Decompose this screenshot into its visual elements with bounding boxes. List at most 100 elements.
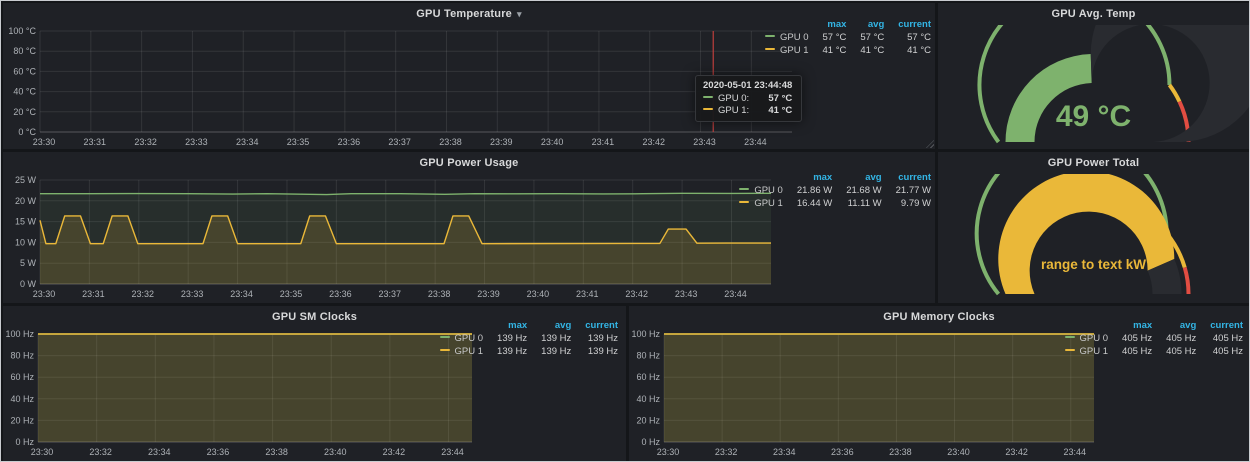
svg-text:23:34: 23:34 [230, 289, 253, 299]
svg-text:100 Hz: 100 Hz [5, 329, 34, 339]
svg-text:0 Hz: 0 Hz [15, 437, 34, 447]
series-dash-icon [440, 349, 450, 351]
legend-value: 405 Hz [1196, 345, 1243, 358]
svg-text:80 Hz: 80 Hz [10, 351, 34, 361]
panel-gpu-power-usage: GPU Power Usage 0 W5 W10 W15 W20 W25 W23… [3, 152, 935, 303]
chart-tooltip: 2020-05-01 23:44:48 GPU 0: 57 °C GPU 1: … [695, 75, 802, 122]
legend-value: 41 °C [846, 44, 884, 57]
chevron-down-icon[interactable]: ▾ [517, 9, 522, 20]
legend-row: GPU 1139 Hz139 Hz139 Hz [440, 345, 618, 358]
tooltip-row: GPU 1: 41 °C [703, 105, 792, 116]
svg-text:100 Hz: 100 Hz [631, 329, 660, 339]
series-dash-icon [739, 188, 749, 190]
tooltip-row: GPU 0: 57 °C [703, 93, 792, 104]
svg-text:23:40: 23:40 [541, 137, 564, 147]
svg-text:40 °C: 40 °C [13, 87, 36, 97]
gpu-power-usage-legend: maxavgcurrentGPU 021.86 W21.68 W21.77 WG… [739, 172, 931, 210]
panel-title-gpu-avg-temp[interactable]: GPU Avg. Temp [938, 3, 1249, 25]
legend-header: avg [1152, 320, 1196, 332]
legend-value: 41 °C [884, 44, 931, 57]
legend-series-name[interactable]: GPU 0 [739, 184, 783, 197]
svg-text:40 Hz: 40 Hz [10, 394, 34, 404]
svg-text:10 W: 10 W [15, 237, 37, 247]
svg-text:23:40: 23:40 [947, 447, 970, 457]
svg-text:23:36: 23:36 [329, 289, 352, 299]
legend-header: current [1196, 320, 1243, 332]
legend-header: avg [846, 19, 884, 31]
legend-series-name[interactable]: GPU 1 [1065, 345, 1109, 358]
svg-text:23:32: 23:32 [134, 137, 157, 147]
svg-text:0 Hz: 0 Hz [641, 437, 660, 447]
gauge-value-text: range to text kW [1041, 257, 1146, 272]
svg-text:23:30: 23:30 [31, 447, 54, 457]
svg-text:15 W: 15 W [15, 217, 37, 227]
legend-value: 139 Hz [483, 345, 527, 358]
legend-value: 139 Hz [527, 332, 571, 345]
gpu-power-usage-chart[interactable]: 0 W5 W10 W15 W20 W25 W23:3023:3123:3223:… [5, 174, 772, 301]
svg-text:23:32: 23:32 [89, 447, 112, 457]
panel-resize-handle[interactable] [926, 140, 934, 148]
legend-series-name[interactable]: GPU 0 [1065, 332, 1109, 345]
svg-text:23:41: 23:41 [576, 289, 599, 299]
svg-text:23:34: 23:34 [773, 447, 796, 457]
gpu-sm-clocks-chart[interactable]: 0 Hz20 Hz40 Hz60 Hz80 Hz100 Hz23:3023:32… [3, 328, 473, 459]
svg-text:20 W: 20 W [15, 196, 37, 206]
legend-series-name[interactable]: GPU 1 [765, 44, 809, 57]
svg-text:23:43: 23:43 [675, 289, 698, 299]
svg-text:23:40: 23:40 [324, 447, 347, 457]
legend-value: 57 °C [809, 31, 847, 44]
svg-text:23:35: 23:35 [287, 137, 310, 147]
tooltip-series-value: 57 °C [768, 93, 792, 104]
svg-text:5 W: 5 W [20, 258, 37, 268]
svg-text:23:42: 23:42 [1005, 447, 1028, 457]
svg-text:23:32: 23:32 [132, 289, 155, 299]
legend-header: max [483, 320, 527, 332]
tooltip-series-name: GPU 0: [718, 93, 749, 104]
svg-text:23:31: 23:31 [82, 289, 105, 299]
panel-title-text: GPU Avg. Temp [1051, 8, 1135, 20]
legend-header: current [884, 19, 931, 31]
svg-text:23:33: 23:33 [181, 289, 204, 299]
svg-text:60 Hz: 60 Hz [636, 372, 660, 382]
svg-text:23:43: 23:43 [693, 137, 716, 147]
svg-text:23:41: 23:41 [592, 137, 615, 147]
legend-series-name[interactable]: GPU 1 [739, 197, 783, 210]
legend-row: GPU 057 °C57 °C57 °C [765, 31, 931, 44]
svg-text:20 Hz: 20 Hz [636, 415, 660, 425]
legend-series-name[interactable]: GPU 0 [440, 332, 484, 345]
panel-title-gpu-power-usage[interactable]: GPU Power Usage [3, 152, 935, 174]
panel-gpu-temperature: GPU Temperature ▾ 0 °C20 °C40 °C60 °C80 … [3, 3, 935, 149]
svg-text:40 Hz: 40 Hz [636, 394, 660, 404]
legend-header: current [882, 172, 931, 184]
panel-title-text: GPU Power Total [1048, 157, 1139, 169]
gpu-memory-clocks-chart[interactable]: 0 Hz20 Hz40 Hz60 Hz80 Hz100 Hz23:3023:32… [629, 328, 1095, 459]
legend-header: current [571, 320, 618, 332]
svg-text:0 °C: 0 °C [18, 127, 36, 137]
gpu-sm-clocks-legend: maxavgcurrentGPU 0139 Hz139 Hz139 HzGPU … [440, 320, 618, 358]
legend-value: 16.44 W [783, 197, 832, 210]
legend-series-name[interactable]: GPU 1 [440, 345, 484, 358]
svg-text:23:38: 23:38 [265, 447, 288, 457]
svg-text:23:42: 23:42 [642, 137, 665, 147]
svg-text:23:30: 23:30 [33, 137, 56, 147]
svg-text:23:34: 23:34 [148, 447, 171, 457]
svg-text:23:38: 23:38 [439, 137, 462, 147]
legend-header: max [783, 172, 832, 184]
panel-gpu-memory-clocks: GPU Memory Clocks 0 Hz20 Hz40 Hz60 Hz80 … [629, 306, 1249, 461]
panel-title-gpu-power-total[interactable]: GPU Power Total [938, 152, 1249, 174]
panel-gpu-sm-clocks: GPU SM Clocks 0 Hz20 Hz40 Hz60 Hz80 Hz10… [3, 306, 626, 461]
legend-value: 21.86 W [783, 184, 832, 197]
gpu-memory-clocks-legend: maxavgcurrentGPU 0405 Hz405 Hz405 HzGPU … [1065, 320, 1243, 358]
legend-header: avg [527, 320, 571, 332]
tooltip-series-value: 41 °C [768, 105, 792, 116]
gpu-temperature-chart[interactable]: 0 °C20 °C40 °C60 °C80 °C100 °C23:3023:31… [5, 25, 793, 149]
svg-text:23:44: 23:44 [1063, 447, 1086, 457]
legend-value: 57 °C [846, 31, 884, 44]
panel-title-text: GPU Power Usage [420, 157, 519, 169]
legend-series-name[interactable]: GPU 0 [765, 31, 809, 44]
power-total-gauge: range to text kW [938, 174, 1249, 303]
svg-text:60 Hz: 60 Hz [10, 372, 34, 382]
grafana-dashboard: GPU Temperature ▾ 0 °C20 °C40 °C60 °C80 … [0, 0, 1250, 462]
svg-text:25 W: 25 W [15, 175, 37, 185]
svg-text:23:37: 23:37 [388, 137, 411, 147]
